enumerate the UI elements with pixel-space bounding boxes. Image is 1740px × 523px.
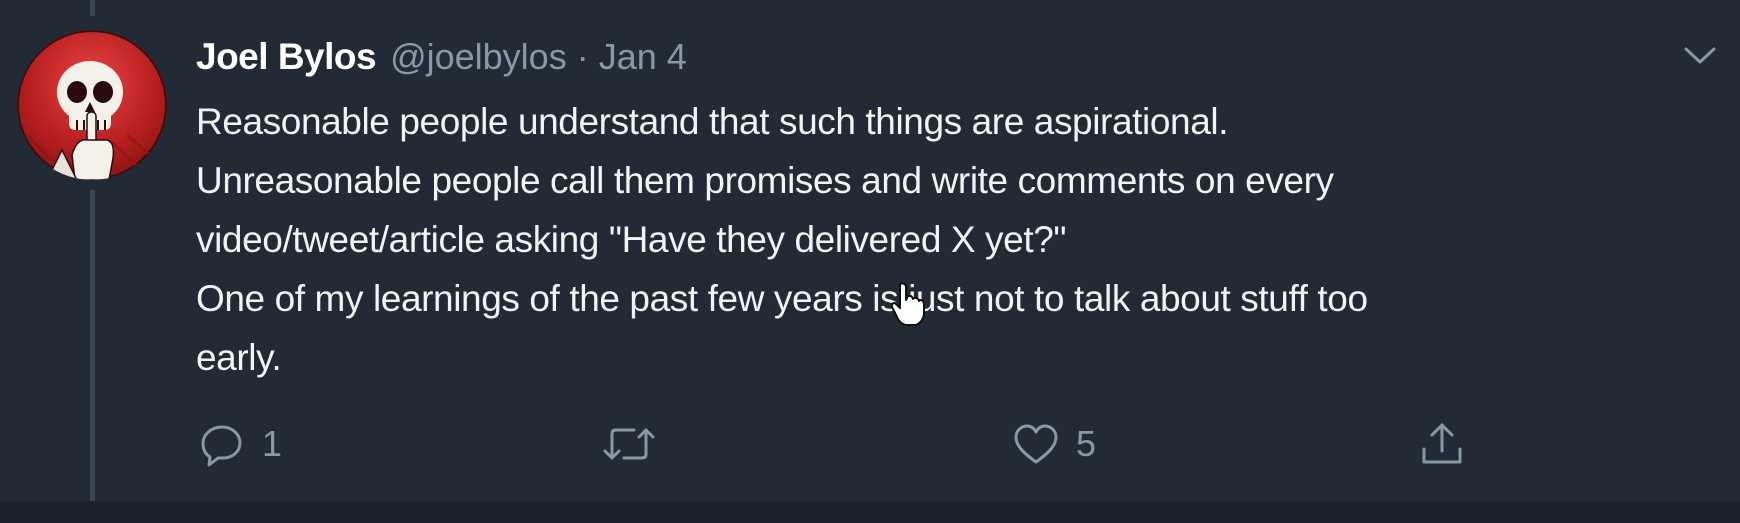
share-button[interactable] — [1418, 414, 1466, 474]
skull-avatar-icon — [17, 61, 167, 180]
retweet-icon — [603, 428, 655, 460]
retweet-button[interactable] — [600, 414, 676, 474]
tweet-menu-button[interactable] — [1682, 44, 1718, 68]
tweet-line: One of my learnings of the past few year… — [196, 278, 1368, 319]
heart-icon — [1014, 424, 1058, 464]
tweet-divider — [0, 501, 1740, 523]
like-button[interactable]: 5 — [1012, 414, 1096, 474]
thread-line-top — [90, 0, 95, 16]
author-name[interactable]: Joel Bylos — [196, 36, 377, 78]
reply-count: 1 — [262, 423, 283, 464]
reply-icon — [201, 425, 242, 467]
tweet-line: Unreasonable people call them promises a… — [196, 160, 1334, 201]
author-handle[interactable]: @joelbylos — [390, 36, 567, 78]
tweet-body: Reasonable people understand that such t… — [196, 92, 1716, 387]
tweet-date[interactable]: Jan 4 — [599, 36, 687, 78]
chevron-down-icon — [1684, 47, 1716, 64]
tweet-header: Joel Bylos @joelbylos · Jan 4 — [196, 36, 687, 86]
tweet-line: Reasonable people understand that such t… — [196, 101, 1229, 142]
tweet-actions: 1 5 — [0, 414, 1740, 474]
like-count: 5 — [1076, 423, 1097, 464]
header-separator: · — [576, 36, 589, 77]
tweet-line: video/tweet/article asking "Have they de… — [196, 219, 1067, 260]
tweet-card[interactable]: Joel Bylos @joelbylos · Jan 4 Reasonable… — [0, 0, 1740, 523]
tweet-line: early. — [196, 337, 282, 378]
author-avatar[interactable] — [17, 30, 167, 180]
reply-button[interactable]: 1 — [198, 414, 282, 474]
share-icon — [1422, 423, 1462, 464]
